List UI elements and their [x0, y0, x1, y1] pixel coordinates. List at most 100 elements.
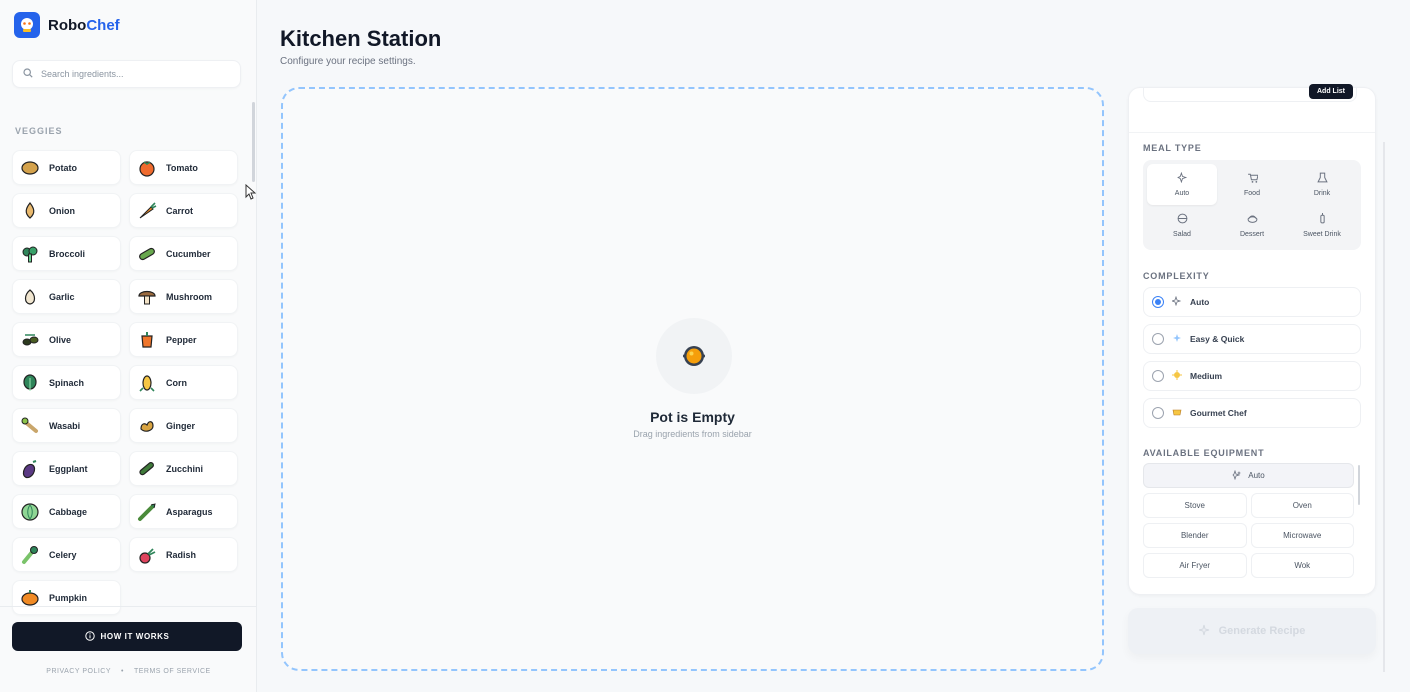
sun-icon: [1172, 370, 1182, 382]
ingredient-card[interactable]: Olive: [12, 322, 121, 357]
meal-type-label: Drink: [1313, 190, 1331, 197]
sidebar-scrollbar[interactable]: [252, 102, 255, 182]
ingredient-card[interactable]: Asparagus: [129, 494, 238, 529]
equipment-option[interactable]: Microwave: [1250, 523, 1354, 548]
equipment-grid: Stove Oven Blender Microwave Air Fryer Wok: [1143, 493, 1354, 578]
ingredient-card[interactable]: Celery: [12, 537, 121, 572]
potato-icon: [19, 157, 41, 179]
complexity-option[interactable]: Medium: [1143, 361, 1361, 391]
equipment-label: AVAILABLE EQUIPMENT: [1143, 448, 1265, 458]
pot-dropzone[interactable]: Pot is Empty Drag ingredients from sideb…: [281, 87, 1104, 671]
equipment-option[interactable]: Air Fryer: [1143, 553, 1247, 578]
ginger-icon: [136, 415, 158, 437]
radish-icon: [136, 544, 158, 566]
dessert-icon: [1247, 213, 1258, 226]
ingredient-card[interactable]: Cucumber: [129, 236, 238, 271]
equipment-auto-label: Auto: [1248, 471, 1265, 480]
ingredient-card[interactable]: Mushroom: [129, 279, 238, 314]
terms-of-service-link[interactable]: TERMS OF SERVICE: [134, 668, 211, 675]
search-input[interactable]: [41, 69, 231, 79]
brand[interactable]: RoboChef: [14, 12, 120, 38]
search-icon: [23, 65, 33, 83]
ingredient-card[interactable]: Pumpkin: [12, 580, 121, 615]
pepper-icon: [136, 329, 158, 351]
page-scrollbar[interactable]: [1383, 142, 1385, 672]
meal-type-option[interactable]: Food: [1217, 164, 1287, 205]
equipment-option[interactable]: Stove: [1143, 493, 1247, 518]
star-icon: [1172, 333, 1182, 345]
search-box: [12, 60, 241, 88]
salad-bowl-icon: [1177, 213, 1188, 226]
ingredient-card[interactable]: Onion: [12, 193, 121, 228]
asparagus-icon: [136, 501, 158, 523]
ingredient-card[interactable]: Ginger: [129, 408, 238, 443]
ingredient-label: Onion: [49, 205, 75, 216]
ingredient-label: Radish: [166, 549, 197, 560]
page-title: Kitchen Station: [280, 26, 442, 51]
radio-button[interactable]: [1152, 370, 1164, 382]
ingredient-label: Pepper: [166, 334, 197, 345]
ingredient-card[interactable]: Cabbage: [12, 494, 121, 529]
add-list-button[interactable]: Add List: [1309, 84, 1353, 99]
ingredient-label: Potato: [49, 162, 77, 173]
ingredient-label: Olive: [49, 334, 72, 345]
ingredient-label: Garlic: [49, 291, 75, 302]
mouse-cursor-icon: [245, 184, 256, 200]
onion-icon: [19, 200, 41, 222]
ingredient-card[interactable]: Radish: [129, 537, 238, 572]
privacy-policy-link[interactable]: PRIVACY POLICY: [46, 668, 111, 675]
equipment-option[interactable]: Blender: [1143, 523, 1247, 548]
meal-type-option[interactable]: Drink: [1287, 164, 1357, 205]
ingredient-card[interactable]: Corn: [129, 365, 238, 400]
complexity-option[interactable]: Gourmet Chef: [1143, 398, 1361, 428]
meal-type-option[interactable]: Salad: [1147, 205, 1217, 246]
ingredient-card[interactable]: Broccoli: [12, 236, 121, 271]
flask-icon: [1316, 172, 1328, 185]
meal-type-option[interactable]: Auto: [1147, 164, 1217, 205]
carrot-icon: [136, 200, 158, 222]
ingredient-label: Wasabi: [49, 420, 81, 431]
mushroom-icon: [136, 286, 158, 308]
cabbage-icon: [19, 501, 41, 523]
sparkle-icon: [1232, 469, 1242, 482]
meal-type-grid: Auto Food Drink Salad Dessert Sweet Drink: [1143, 160, 1361, 250]
sweet-drink-icon: [1317, 213, 1328, 226]
how-it-works-button[interactable]: HOW IT WORKS: [12, 622, 242, 651]
ingredient-card[interactable]: Eggplant: [12, 451, 121, 486]
meal-type-option[interactable]: Sweet Drink: [1287, 205, 1357, 246]
radio-button[interactable]: [1152, 407, 1164, 419]
how-it-works-label: HOW IT WORKS: [100, 632, 170, 641]
section-label-veggies: VEGGIES: [15, 126, 63, 136]
ingredient-card[interactable]: Potato: [12, 150, 121, 185]
ingredient-card[interactable]: Carrot: [129, 193, 238, 228]
ingredient-label: Ginger: [166, 420, 196, 431]
complexity-option[interactable]: Auto: [1143, 287, 1361, 317]
meal-type-option[interactable]: Dessert: [1217, 205, 1287, 246]
ingredient-card[interactable]: Spinach: [12, 365, 121, 400]
chef-hat-icon: [1172, 407, 1182, 419]
pot-empty-hint: Drag ingredients from sidebar: [633, 429, 752, 439]
complexity-option[interactable]: Easy & Quick: [1143, 324, 1361, 354]
ingredient-card[interactable]: Tomato: [129, 150, 238, 185]
brand-name: RoboChef: [48, 17, 120, 34]
radio-button[interactable]: [1152, 333, 1164, 345]
ingredient-card[interactable]: Pepper: [129, 322, 238, 357]
generate-recipe-button[interactable]: Generate Recipe: [1128, 608, 1376, 654]
ingredient-label: Broccoli: [49, 248, 86, 259]
ingredient-card[interactable]: Garlic: [12, 279, 121, 314]
equipment-option[interactable]: Oven: [1250, 493, 1354, 518]
ingredient-label: Spinach: [49, 377, 85, 388]
radio-button[interactable]: [1152, 296, 1164, 308]
ingredient-card[interactable]: Wasabi: [12, 408, 121, 443]
ingredient-card[interactable]: Zucchini: [129, 451, 238, 486]
sidebar-divider: [0, 606, 257, 607]
pot-icon: [683, 346, 705, 366]
eggplant-icon: [19, 458, 41, 480]
panel-divider: [1129, 132, 1375, 133]
info-icon: [84, 630, 95, 643]
equipment-option[interactable]: Wok: [1250, 553, 1354, 578]
equipment-auto-button[interactable]: Auto: [1143, 463, 1354, 488]
meal-type-label: MEAL TYPE: [1143, 143, 1202, 153]
cucumber-icon: [136, 243, 158, 265]
panel-scrollbar[interactable]: [1358, 465, 1360, 505]
